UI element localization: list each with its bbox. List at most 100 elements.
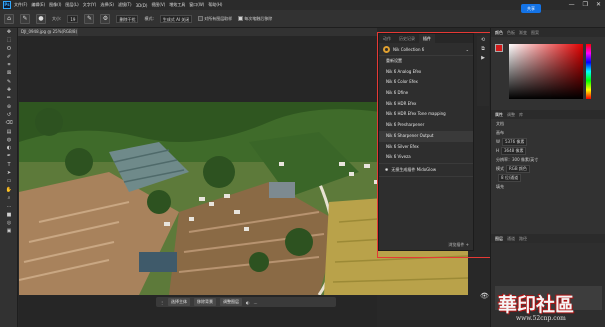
zoom-tool-icon[interactable]: ⌕: [0, 194, 18, 202]
maximize-icon[interactable]: ❐: [583, 1, 588, 8]
watermark-url: www.52cnp.com: [516, 315, 566, 322]
dodge-tool-icon[interactable]: ◐: [0, 144, 18, 152]
tab-adjustments[interactable]: 调整: [507, 110, 515, 119]
menu-filter[interactable]: 滤镜(T): [118, 2, 132, 8]
tools-panel: ✥ ⬚ ʘ ✐ ⌗ ⊠ ✎ ✚ ✏ ⊛ ↺ ⌫ ▤ ◍ ◐ ✒ T ➤ ▭ ✋ ⌕… ■ ◎ ▣: [0, 28, 18, 327]
bit-depth-select[interactable]: 8 位/通道: [498, 174, 522, 182]
pen-tool-icon[interactable]: ✒: [0, 152, 18, 160]
width-input[interactable]: 5376 像素: [501, 138, 528, 146]
properties-tabs: 属性 调整 库: [491, 110, 605, 119]
remove-background-button[interactable]: 移除背景: [194, 298, 216, 306]
color-swatch-icon[interactable]: ■: [0, 211, 18, 219]
menu-layer[interactable]: 图层(L): [65, 2, 78, 8]
tab-gradients[interactable]: 渐变: [519, 28, 527, 37]
contextual-task-bar: ⋮ 选择主体 移除背景 调整图层 ◐ …: [156, 297, 336, 307]
hand-tool-icon[interactable]: ✋: [0, 186, 18, 194]
tab-color[interactable]: 颜色: [495, 28, 503, 37]
color-mode-select[interactable]: RGB 颜色: [506, 165, 530, 173]
tab-paths[interactable]: 路径: [519, 234, 527, 243]
menu-image[interactable]: 图像(I): [49, 2, 61, 8]
play-icon[interactable]: ▶: [477, 54, 489, 63]
hue-slider[interactable]: [586, 44, 591, 99]
frame-tool-icon[interactable]: ⊠: [0, 69, 18, 77]
resolution-text: 分辨率：300 像素/英寸: [496, 157, 539, 162]
ellipsis-icon[interactable]: …: [254, 300, 258, 305]
menu-view[interactable]: 视图(V): [151, 2, 165, 8]
marquee-tool-icon[interactable]: ⬚: [0, 36, 18, 44]
tab-layers[interactable]: 图层: [495, 234, 503, 243]
color-swatches[interactable]: [495, 44, 506, 64]
tab-swatches[interactable]: 色板: [507, 28, 515, 37]
quick-mask-icon[interactable]: ◎: [0, 219, 18, 227]
crop-tool-icon[interactable]: ⌗: [0, 61, 18, 69]
tab-libraries[interactable]: 库: [519, 110, 523, 119]
remove-tool-icon[interactable]: ✎: [20, 13, 30, 24]
minimize-icon[interactable]: —: [569, 1, 575, 8]
remove-after-stroke-checkbox[interactable]: 每次笔触后移除: [238, 16, 272, 22]
shape-tool-icon[interactable]: ▭: [0, 177, 18, 185]
foreground-color-swatch[interactable]: [495, 44, 503, 52]
eraser-tool-icon[interactable]: ⌫: [0, 119, 18, 127]
size-input[interactable]: 19: [67, 14, 79, 23]
menu-3d[interactable]: 3D(D): [136, 3, 148, 8]
fill-label: 填充: [496, 184, 504, 189]
document-tab[interactable]: DJI_0948.jpg @ 25%(RGB/8): [18, 28, 78, 36]
color-mode-label: 模式: [496, 166, 504, 171]
pressure-icon[interactable]: ✎: [84, 13, 95, 24]
history-brush-tool-icon[interactable]: ↺: [0, 111, 18, 119]
eyedropper-tool-icon[interactable]: ✎: [0, 78, 18, 86]
photoshop-logo[interactable]: Ps: [3, 1, 11, 9]
move-tool-icon[interactable]: ✥: [0, 28, 18, 36]
select-subject-button[interactable]: 选择主体: [168, 298, 190, 306]
adjustment-layer-button[interactable]: 调整图层: [220, 298, 242, 306]
eye-icon[interactable]: 👁: [480, 292, 489, 300]
checkbox-checked-icon: [238, 16, 244, 21]
panel-icon-column: ⟲ ⧉ ▶: [477, 36, 489, 106]
height-label: H: [496, 148, 500, 153]
options-bar: ⌂ ✎ ● 大小: 19 ✎ ⚙ 删除干扰 模式: 生成式 AI 关闭 对所有图…: [0, 10, 605, 28]
edit-toolbar-icon[interactable]: …: [0, 202, 18, 210]
height-input[interactable]: 3648 像素: [501, 147, 527, 155]
healing-brush-tool-icon[interactable]: ✚: [0, 86, 18, 94]
menu-type[interactable]: 文字(Y): [83, 2, 97, 8]
screen-mode-icon[interactable]: ▣: [0, 227, 18, 235]
stamp-tool-icon[interactable]: ⊛: [0, 103, 18, 111]
history-icon[interactable]: ⟲: [477, 36, 489, 45]
brush-tool-icon[interactable]: ✏: [0, 94, 18, 102]
distraction-remove-button[interactable]: 删除干扰: [116, 14, 139, 23]
menu-edit[interactable]: 编辑(E): [31, 2, 45, 8]
properties-panel: 属性 调整 库 文档 画布 W 5376 像素 H 3648 像素 分辨率：300 …: [491, 110, 605, 191]
mode-select[interactable]: 生成式 AI 关闭: [159, 14, 193, 23]
tab-properties[interactable]: 属性: [495, 110, 503, 119]
window-controls: — ❐ ✕: [569, 1, 601, 8]
mode-row: 模式 RGB 颜色: [491, 164, 605, 173]
checkbox-icon: [198, 16, 204, 21]
tab-channels[interactable]: 通道: [507, 234, 515, 243]
type-tool-icon[interactable]: T: [0, 161, 18, 169]
blur-tool-icon[interactable]: ◍: [0, 136, 18, 144]
menu-plugins[interactable]: 增效工具: [169, 2, 185, 8]
home-icon[interactable]: ⌂: [4, 13, 14, 24]
plugin-icon[interactable]: ⧉: [477, 45, 489, 54]
lasso-tool-icon[interactable]: ʘ: [0, 45, 18, 53]
gradient-tool-icon[interactable]: ▤: [0, 128, 18, 136]
close-icon[interactable]: ✕: [596, 1, 601, 8]
layers-tabs: 图层 通道 路径: [491, 234, 605, 243]
more-options-icon[interactable]: ⋮: [160, 300, 164, 305]
menu-help[interactable]: 帮助(H): [208, 2, 222, 8]
menu-window[interactable]: 窗口(W): [189, 2, 204, 8]
color-picker-field[interactable]: [509, 44, 583, 99]
color-panel-tabs: 颜色 色板 渐变 图案: [491, 28, 605, 37]
settings-gear-icon[interactable]: ⚙: [100, 13, 111, 24]
quick-select-tool-icon[interactable]: ✐: [0, 53, 18, 61]
menu-file[interactable]: 文件(F): [14, 2, 27, 8]
brush-preset-icon[interactable]: ●: [36, 13, 46, 24]
path-select-tool-icon[interactable]: ➤: [0, 169, 18, 177]
half-circle-icon[interactable]: ◐: [246, 300, 250, 305]
sample-all-layers-checkbox[interactable]: 对所有图层取样: [198, 16, 232, 22]
width-label: W: [496, 139, 500, 144]
tab-patterns[interactable]: 图案: [531, 28, 539, 37]
share-button[interactable]: 共享: [521, 4, 541, 13]
canvas-label: 画布: [496, 130, 504, 135]
menu-select[interactable]: 选择(S): [100, 2, 114, 8]
